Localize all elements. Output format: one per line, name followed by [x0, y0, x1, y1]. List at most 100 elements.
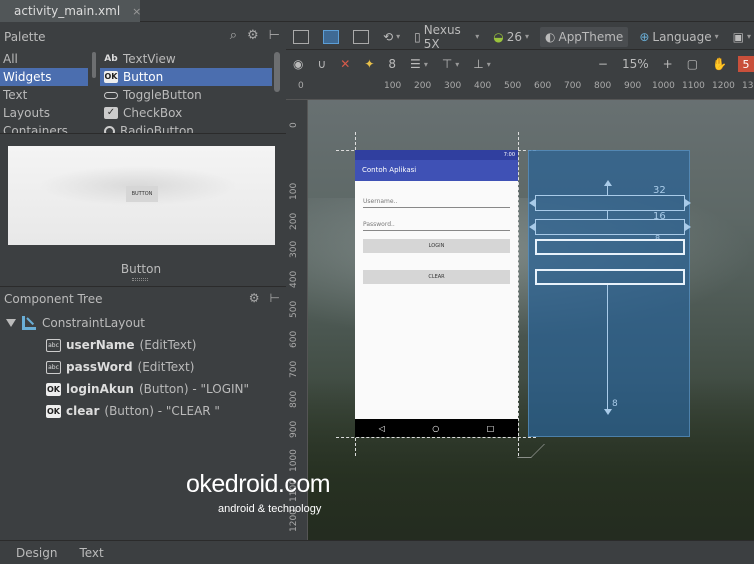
device-label: Nexus 5X	[423, 22, 461, 51]
both-views-icon	[353, 29, 369, 44]
gear-icon[interactable]: ⚙	[247, 28, 259, 43]
palette-category-text[interactable]: Text	[0, 86, 88, 104]
api-label: 26	[506, 29, 522, 44]
blueprint-clear[interactable]	[535, 269, 685, 285]
status-bar: 7:00	[355, 150, 518, 160]
show-constraints-button[interactable]: ◉	[290, 54, 306, 74]
tree-item-username[interactable]: abc userName (EditText)	[46, 336, 196, 354]
tree-item-name: loginAkun	[66, 382, 134, 396]
widget-label: RadioButton	[120, 124, 194, 134]
palette-widget-textview[interactable]: Ab TextView	[100, 50, 272, 68]
guidelines-button[interactable]: ⊥ ▾	[470, 54, 493, 74]
ruler-label: 600	[289, 330, 299, 348]
blueprint-preview[interactable]: 32 16 8 8	[528, 150, 691, 437]
search-icon[interactable]: ⌕	[230, 28, 237, 43]
palette-splitter[interactable]	[90, 50, 98, 133]
tab-text[interactable]: Text	[79, 546, 103, 560]
hide-panel-icon[interactable]: ⊢	[270, 291, 280, 305]
align-icon: ⊤	[441, 57, 453, 71]
radio-icon	[104, 125, 115, 133]
ruler-label: 800	[289, 390, 299, 408]
ruler-label: 0	[289, 122, 299, 128]
zoom-in-button[interactable]: +	[660, 54, 676, 74]
fit-screen-icon: ▢	[686, 57, 699, 71]
blueprint-login[interactable]	[535, 239, 685, 255]
palette-body: All Widgets Text Layouts Containers Ab T…	[0, 50, 286, 134]
tree-root-constraintlayout[interactable]: ConstraintLayout	[6, 314, 145, 332]
palette-category-layouts[interactable]: Layouts	[0, 104, 88, 122]
preview-resize-grip[interactable]	[132, 278, 148, 281]
ruler-label: 500	[504, 81, 522, 91]
pack-button[interactable]: ☰ ▾	[407, 54, 431, 74]
layout-toolbar: ⟲ ▾ ▯ Nexus 5X ▾ ◒ 26 ▾ ◐ AppTheme ⊕ Language ▾ …	[286, 23, 754, 51]
error-count-badge[interactable]: 5	[738, 56, 754, 72]
nav-bar: ◁ ○ □	[355, 419, 518, 437]
pack-icon: ☰	[410, 57, 421, 71]
autoconnect-button[interactable]: ∪	[314, 54, 329, 74]
clear-constraints-button[interactable]: ✕	[337, 54, 353, 74]
ruler-label: 0	[298, 81, 304, 91]
eye-icon: ◉	[293, 57, 304, 71]
layout-variants-button[interactable]: ▣ ▾	[730, 27, 754, 47]
palette-widget-checkbox[interactable]: ✓ CheckBox	[100, 104, 272, 122]
tree-item-loginakun[interactable]: OK loginAkun (Button) - "LOGIN"	[46, 380, 249, 398]
pan-button[interactable]: ✋	[709, 54, 730, 74]
infer-constraints-button[interactable]: ✦	[361, 54, 377, 74]
palette-title: Palette	[4, 30, 46, 44]
device-selector[interactable]: ▯ Nexus 5X ▾	[411, 23, 482, 51]
app-bar: Contoh Aplikasi	[355, 160, 518, 181]
ruler-label: 700	[564, 81, 582, 91]
login-button[interactable]: LOGIN	[363, 239, 510, 253]
palette-category-all[interactable]: All	[0, 50, 88, 68]
textview-icon: Ab	[104, 54, 118, 64]
tree-item-clear[interactable]: OK clear (Button) - "CLEAR "	[46, 402, 220, 420]
palette-category-containers[interactable]: Containers	[0, 122, 88, 133]
ruler-label: 13	[742, 81, 754, 91]
edittext-icon: abc	[46, 338, 61, 352]
ruler-label: 1000	[289, 449, 299, 472]
username-field[interactable]: Username..	[363, 198, 510, 208]
file-tab-bar: activity_main.xml ×	[0, 0, 754, 22]
file-tab-activity-main[interactable]: activity_main.xml ×	[0, 0, 141, 22]
api-selector[interactable]: ◒ 26 ▾	[490, 27, 532, 47]
hide-panel-icon[interactable]: ⊢	[269, 28, 280, 43]
theme-selector[interactable]: ◐ AppTheme	[540, 26, 629, 47]
expand-triangle-icon[interactable]	[6, 319, 16, 327]
blueprint-view-button[interactable]	[320, 27, 342, 47]
watermark-tagline: android & technology	[218, 503, 322, 515]
language-selector[interactable]: ⊕ Language ▾	[636, 27, 721, 47]
palette-widget-togglebutton[interactable]: ToggleButton	[100, 86, 272, 104]
widget-label: Button	[123, 70, 164, 84]
gear-icon[interactable]: ⚙	[249, 291, 260, 305]
design-view-button[interactable]	[290, 27, 312, 47]
close-icon[interactable]: ×	[132, 5, 141, 18]
orientation-button[interactable]: ⟲ ▾	[380, 27, 403, 47]
tree-item-password[interactable]: abc passWord (EditText)	[46, 358, 194, 376]
default-margin-button[interactable]: 8	[385, 54, 399, 74]
phone-design-preview[interactable]: 7:00 Contoh Aplikasi Username.. Password…	[355, 150, 518, 437]
zoom-out-icon: −	[597, 57, 608, 71]
tab-design[interactable]: Design	[16, 546, 57, 560]
globe-icon: ⊕	[639, 29, 650, 44]
palette-widget-button[interactable]: OK Button	[100, 68, 272, 86]
password-field[interactable]: Password..	[363, 221, 510, 231]
align-button[interactable]: ⊤ ▾	[439, 54, 462, 74]
clear-button[interactable]: CLEAR	[363, 270, 510, 284]
ruler-label: 300	[444, 81, 462, 91]
palette-widget-radiobutton[interactable]: RadioButton	[100, 122, 272, 134]
tree-item-type: (Button) - "LOGIN"	[138, 382, 250, 396]
zoom-to-fit-button[interactable]: ▢	[684, 54, 701, 74]
blueprint-username[interactable]	[535, 195, 685, 211]
zoom-out-button[interactable]: −	[595, 54, 611, 74]
zoom-level: 15%	[621, 57, 649, 71]
language-label: Language	[652, 29, 712, 44]
ruler-label: 800	[594, 81, 612, 91]
both-views-button[interactable]	[350, 27, 372, 47]
ruler-label: 100	[384, 81, 402, 91]
blueprint-password[interactable]	[535, 219, 685, 235]
rotate-icon: ⟲	[383, 29, 394, 44]
selection-guide	[518, 132, 519, 456]
palette-category-widgets[interactable]: Widgets	[0, 68, 88, 86]
magnet-icon: ∪	[317, 57, 327, 71]
palette-scrollbar[interactable]	[274, 52, 280, 92]
